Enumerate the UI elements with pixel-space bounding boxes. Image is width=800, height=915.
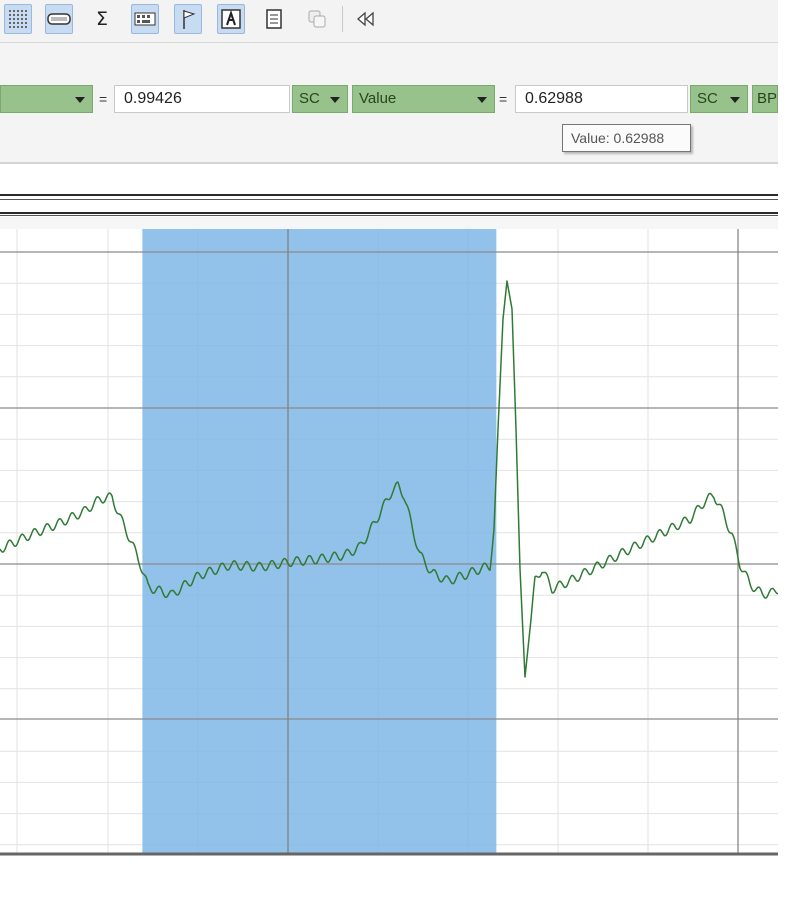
keyboard-icon[interactable] [131, 4, 159, 34]
separator-line [0, 212, 778, 214]
collapse-left-icon[interactable] [352, 4, 380, 34]
copy-icon-graphic [308, 10, 326, 28]
value-tooltip: Value: 0.62988 [562, 124, 691, 152]
flag-icon-graphic [183, 10, 196, 29]
chevron-down-icon [75, 97, 85, 103]
separator-line [0, 194, 778, 196]
grid-icon-graphic [9, 10, 27, 28]
left-unit-label: SC [299, 90, 320, 107]
collapse-left-icon-graphic [357, 11, 374, 27]
text-annotation-icon-graphic [221, 9, 241, 29]
chevron-down-icon [730, 97, 740, 103]
waveform-plot[interactable] [0, 229, 778, 859]
left-value-field[interactable]: 0.99426 [114, 85, 290, 113]
notes-icon[interactable] [260, 4, 288, 34]
toolbar: Σ [0, 0, 778, 43]
chevron-down-icon [477, 97, 487, 103]
separator-line [0, 199, 778, 200]
right-function-label: Value [359, 90, 397, 107]
bp-label: BP [757, 90, 778, 107]
left-function-dropdown[interactable] [0, 85, 93, 113]
left-unit-dropdown[interactable]: SC [292, 85, 348, 113]
measurement-bar-border [0, 162, 778, 164]
separator-line [0, 215, 778, 216]
ruler-icon-graphic [47, 13, 71, 25]
chevron-down-icon [330, 97, 340, 103]
keyboard-icon-graphic [134, 12, 156, 26]
right-value-field[interactable]: 0.62988 [515, 85, 688, 113]
waveform-chart[interactable] [0, 229, 778, 859]
ruler-icon[interactable] [45, 4, 73, 34]
sum-icon[interactable]: Σ [88, 4, 116, 34]
selection-region[interactable] [142, 229, 497, 853]
notes-icon-graphic [266, 9, 282, 29]
bp-dropdown[interactable]: BP [752, 85, 778, 113]
text-annotation-icon[interactable] [217, 4, 245, 34]
equals-sign: = [99, 91, 108, 107]
right-unit-dropdown[interactable]: SC [690, 85, 748, 113]
toolbar-separator [342, 6, 343, 32]
chart-header-strip [0, 217, 778, 229]
right-unit-label: SC [697, 90, 718, 107]
copy-icon[interactable] [303, 4, 331, 34]
flag-icon[interactable] [174, 4, 202, 34]
equals-sign: = [499, 91, 508, 107]
grid-icon[interactable] [4, 4, 32, 34]
right-function-dropdown[interactable]: Value [352, 85, 495, 113]
